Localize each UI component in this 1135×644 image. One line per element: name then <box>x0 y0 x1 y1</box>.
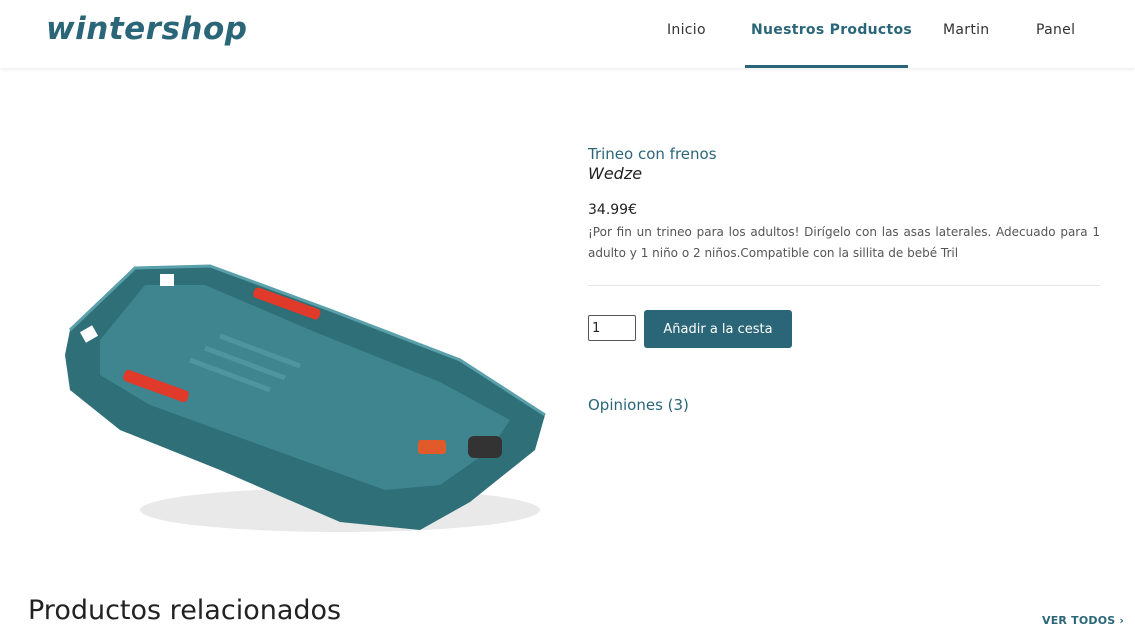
nav-item-nuestros-productos[interactable]: Nuestros Productos <box>751 22 912 38</box>
product-brand: Wedze <box>588 164 643 183</box>
product-description: ¡Por fin un trineo para los adultos! Dir… <box>588 225 1100 260</box>
see-all-link[interactable]: VER TODOS › <box>1042 614 1124 627</box>
nav-item-panel[interactable]: Panel <box>1036 22 1075 38</box>
active-nav-indicator <box>745 65 908 68</box>
top-header: wintershop Inicio Nuestros Productos Mar… <box>0 0 1135 68</box>
product-title: Trineo con frenos <box>588 145 717 163</box>
related-products-title: Productos relacionados <box>28 595 342 626</box>
add-to-cart-button[interactable]: Añadir a la cesta <box>644 310 792 348</box>
quantity-input[interactable] <box>588 315 636 341</box>
nav-item-inicio[interactable]: Inicio <box>667 22 706 38</box>
nav-item-martin[interactable]: Martin <box>943 22 989 38</box>
product-price: 34.99€ <box>588 202 637 218</box>
product-image <box>40 240 560 560</box>
logo[interactable]: wintershop <box>46 11 247 47</box>
reviews-link[interactable]: Opiniones (3) <box>588 396 689 414</box>
divider <box>588 285 1100 286</box>
sled-image <box>65 264 546 532</box>
